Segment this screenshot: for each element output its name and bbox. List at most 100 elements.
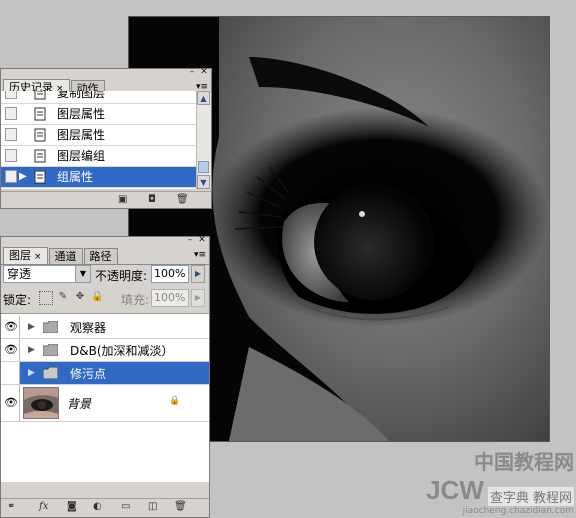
current-state-arrow-icon: ▶ — [19, 171, 27, 182]
history-item[interactable]: 图层编组 — [1, 146, 197, 167]
layer-row[interactable]: 👁 ▶ 观察器 — [1, 316, 209, 339]
expand-triangle-icon[interactable]: ▶ — [28, 322, 35, 332]
eye-icon: 👁 — [4, 366, 18, 379]
tab-channels[interactable]: 通道 — [48, 248, 83, 264]
trash-icon[interactable]: 🗑 — [176, 194, 189, 206]
chevron-down-icon[interactable]: ▼ — [75, 266, 90, 282]
lock-all-icon[interactable]: 🔒 — [91, 291, 103, 303]
layer-row-selected[interactable]: 👁 ▶ 修污点 — [1, 362, 209, 385]
panel-menu-icon[interactable]: ▾≡ — [194, 250, 206, 260]
history-list: 复制图层 图层属性 图层属性 图层编组 ▶ 组属性 — [1, 91, 197, 189]
watermark: 中国教程网 JCW 查字典 教程网 jiaocheng.chazidian.co… — [426, 446, 574, 516]
layer-thumbnail — [23, 387, 59, 419]
minimize-button[interactable]: – — [185, 236, 195, 245]
lock-icon: 🔒 — [169, 396, 181, 406]
lock-label: 锁定: — [3, 293, 32, 307]
history-state-icon — [34, 91, 46, 100]
fill-slider-button[interactable]: ▶ — [191, 289, 205, 307]
watermark-cn2: 查字典 教程网 — [487, 487, 574, 506]
watermark-cn: 中国教程网 — [474, 450, 574, 474]
visibility-toggle[interactable]: 👁 — [1, 385, 20, 421]
eye-icon: 👁 — [4, 343, 18, 356]
lock-image-pixels-icon[interactable]: ✎ — [57, 291, 69, 303]
opacity-input[interactable]: 100% — [151, 265, 189, 283]
close-icon[interactable]: ✕ — [199, 68, 209, 77]
link-layers-icon[interactable]: ⚭ — [7, 501, 15, 513]
opacity-slider-button[interactable]: ▶ — [191, 265, 205, 283]
tab-paths[interactable]: 路径 — [83, 248, 118, 264]
snapshot-source-checkbox[interactable] — [5, 170, 17, 183]
history-footer: ▣ ◘ 🗑 — [1, 191, 211, 208]
layers-tabs: 图层 × 通道 路径 ▾≡ — [1, 246, 209, 265]
layer-name: D&B(加深和减淡） — [70, 344, 174, 358]
layer-name: 观察器 — [70, 321, 107, 335]
folder-icon — [43, 321, 58, 333]
tab-layers[interactable]: 图层 × — [3, 247, 48, 264]
scroll-down-icon[interactable]: ▼ — [197, 175, 210, 189]
new-group-icon[interactable]: ▭ — [121, 501, 130, 513]
minimize-button[interactable]: – — [187, 68, 197, 77]
tab-close-icon[interactable]: × — [34, 252, 42, 262]
history-item[interactable]: 复制图层 — [1, 91, 197, 104]
scroll-up-icon[interactable]: ▲ — [197, 91, 210, 105]
expand-triangle-icon[interactable]: ▶ — [28, 368, 35, 378]
folder-icon — [43, 344, 58, 356]
new-document-from-state-icon[interactable]: ▣ — [118, 194, 127, 206]
new-snapshot-icon[interactable]: ◘ — [148, 194, 156, 206]
fill-label: 填充: — [121, 293, 150, 307]
layer-row[interactable]: 👁 背景 🔒 — [1, 385, 209, 422]
trash-icon[interactable]: 🗑 — [174, 501, 187, 513]
layer-style-button[interactable]: fx — [39, 501, 48, 513]
opacity-label: 不透明度: — [95, 269, 148, 283]
snapshot-source-checkbox[interactable] — [5, 149, 17, 162]
expand-triangle-icon[interactable]: ▶ — [28, 345, 35, 355]
history-item[interactable]: 图层属性 — [1, 104, 197, 125]
eye-thumbnail-image — [24, 388, 58, 418]
snapshot-source-checkbox[interactable] — [5, 128, 17, 141]
add-mask-icon[interactable]: ◙ — [67, 501, 77, 513]
history-item[interactable]: 图层属性 — [1, 125, 197, 146]
history-item-label: 复制图层 — [57, 91, 106, 100]
history-state-icon — [34, 128, 46, 142]
visibility-toggle[interactable]: 👁 — [1, 316, 20, 338]
layers-footer: ⚭ fx ◙ ◐ ▭ ◫ 🗑 — [1, 498, 209, 517]
history-item-selected[interactable]: ▶ 组属性 — [1, 167, 197, 188]
eye-icon: 👁 — [4, 320, 18, 333]
eye-icon: 👁 — [4, 396, 18, 409]
history-item-label: 图层编组 — [57, 149, 106, 163]
lock-position-icon[interactable]: ✥ — [74, 291, 86, 303]
layers-panel: – ✕ 图层 × 通道 路径 ▾≡ 穿透 ▼ 不透明度: 100% ▶ 锁定: ✎… — [0, 236, 210, 518]
lock-transparent-pixels-icon[interactable] — [39, 291, 53, 305]
history-state-icon — [34, 149, 46, 163]
history-state-icon — [34, 170, 46, 184]
layers-titlebar[interactable]: – ✕ — [1, 236, 209, 246]
scroll-thumb[interactable] — [198, 161, 209, 173]
watermark-jcw: JCW — [426, 475, 484, 505]
visibility-toggle[interactable]: 👁 — [1, 339, 20, 361]
layers-list: 👁 ▶ 观察器 👁 ▶ D&B(加深和减淡） 👁 ▶ 修污点 👁 背景 🔒 — [1, 313, 209, 482]
history-item-label: 组属性 — [57, 170, 94, 184]
history-item-label: 图层属性 — [57, 107, 106, 121]
watermark-url: jiaocheng.chazidian.com — [462, 506, 574, 516]
new-layer-icon[interactable]: ◫ — [148, 501, 157, 513]
folder-icon — [43, 367, 58, 379]
lock-fill-row: 锁定: ✎ ✥ 🔒 填充: 100% ▶ — [3, 289, 207, 307]
history-scrollbar[interactable]: ▲ ▼ — [196, 91, 211, 189]
blend-opacity-row: 穿透 ▼ 不透明度: 100% ▶ — [3, 265, 207, 285]
layer-row[interactable]: 👁 ▶ D&B(加深和减淡） — [1, 339, 209, 362]
blend-mode-value: 穿透 — [7, 267, 32, 281]
fill-input[interactable]: 100% — [151, 289, 189, 307]
blend-mode-select[interactable]: 穿透 ▼ — [3, 265, 91, 283]
snapshot-source-checkbox[interactable] — [5, 107, 17, 120]
watermark-line: JCW 查字典 教程网 — [426, 475, 574, 506]
history-item-label: 图层属性 — [57, 128, 106, 142]
close-icon[interactable]: ✕ — [197, 236, 207, 245]
layer-name: 背景 — [67, 397, 92, 411]
adjustment-layer-icon[interactable]: ◐ — [93, 501, 102, 513]
visibility-toggle[interactable]: 👁 — [1, 362, 20, 384]
history-panel: – ✕ 历史记录 × 动作 ▾≡ 复制图层 图层属性 图层属性 图层编组 ▶ 组… — [0, 68, 212, 209]
history-state-icon — [34, 107, 46, 121]
history-titlebar[interactable]: – ✕ — [1, 68, 211, 78]
layer-name: 修污点 — [70, 367, 107, 381]
snapshot-source-checkbox[interactable] — [5, 91, 17, 99]
